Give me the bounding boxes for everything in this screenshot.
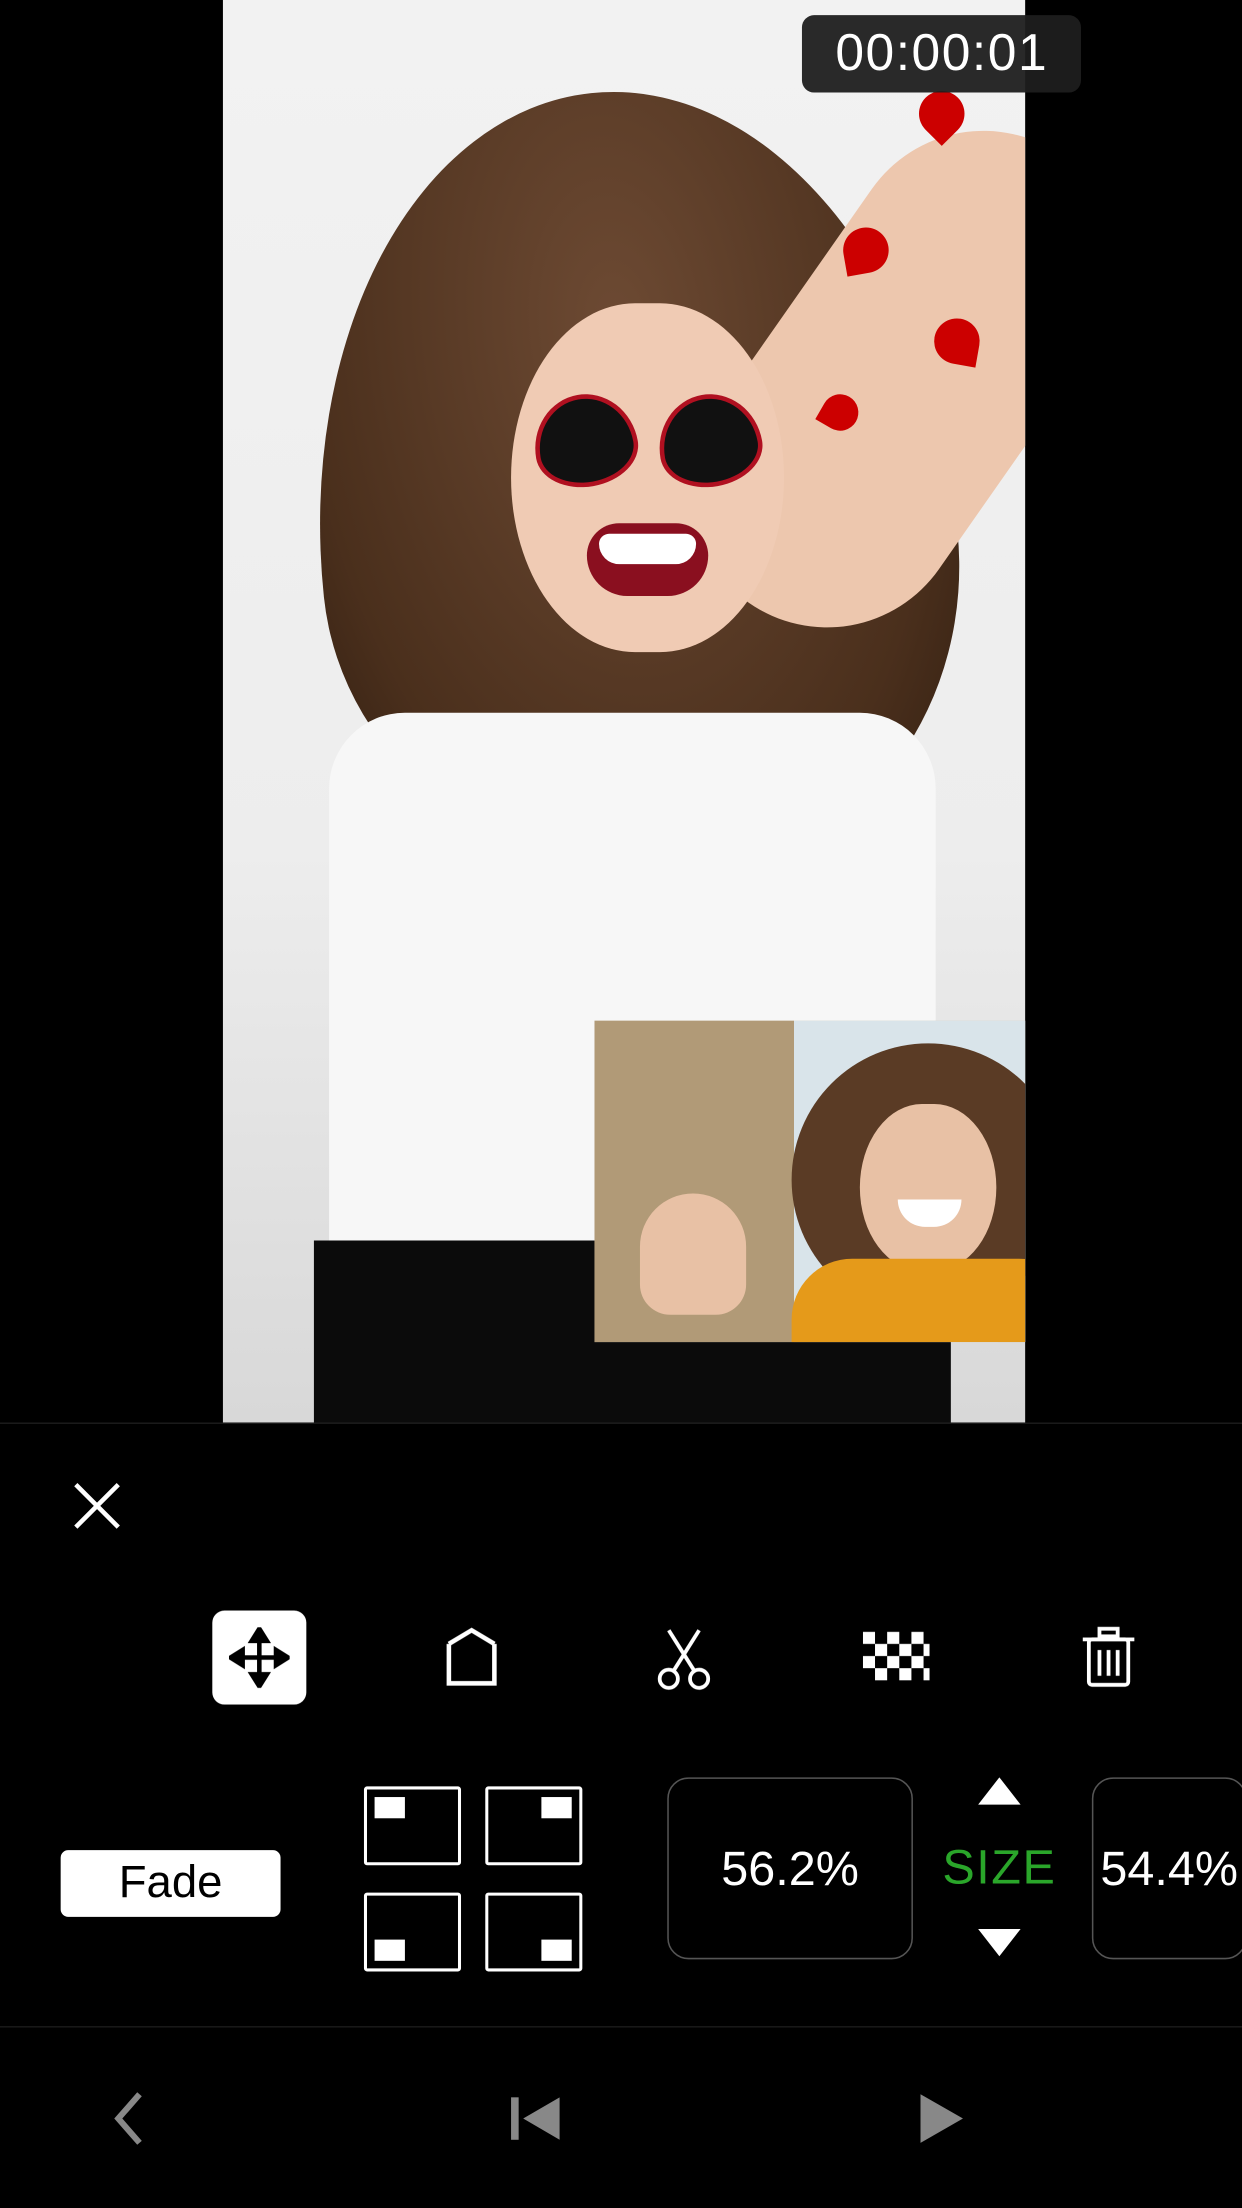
move-icon xyxy=(229,1627,290,1688)
play-button[interactable] xyxy=(896,2072,987,2163)
size-down-button[interactable] xyxy=(978,1929,1020,1956)
align-bottom-right[interactable] xyxy=(485,1893,582,1972)
tool-trim[interactable] xyxy=(637,1611,731,1705)
timecode-badge: 00:00:01 xyxy=(802,15,1082,92)
video-preview[interactable]: 00:00:01 xyxy=(0,0,1242,1422)
trash-icon xyxy=(1080,1624,1138,1691)
chevron-left-icon xyxy=(106,2084,148,2151)
size-stepper: SIZE xyxy=(931,1777,1067,1956)
checker-icon xyxy=(863,1632,930,1684)
skip-previous-button[interactable] xyxy=(489,2072,580,2163)
back-button[interactable] xyxy=(82,2072,173,2163)
cancel-button[interactable] xyxy=(52,1460,143,1551)
tool-row xyxy=(0,1574,1242,1741)
pip-overlay-clip[interactable] xyxy=(594,1021,1025,1342)
close-icon xyxy=(67,1476,128,1537)
controls-row: Fade 56.2% SIZE 54.4% xyxy=(0,1759,1242,2032)
edit-panel-header xyxy=(0,1422,1242,1575)
pip-align-grid xyxy=(364,1786,576,1965)
size-up-button[interactable] xyxy=(978,1777,1020,1804)
tool-mask[interactable] xyxy=(425,1611,519,1705)
play-icon xyxy=(914,2087,969,2148)
tool-delete[interactable] xyxy=(1062,1611,1156,1705)
align-top-right[interactable] xyxy=(485,1786,582,1865)
tool-chroma[interactable] xyxy=(849,1611,943,1705)
scissors-icon xyxy=(654,1624,715,1691)
align-bottom-left[interactable] xyxy=(364,1893,461,1972)
bottom-bar xyxy=(0,2026,1242,2208)
tool-move[interactable] xyxy=(212,1611,306,1705)
skip-previous-icon xyxy=(504,2090,565,2145)
primary-percent-box[interactable]: 56.2% xyxy=(667,1777,913,1959)
secondary-percent-box[interactable]: 54.4% xyxy=(1092,1777,1242,1959)
transition-chip[interactable]: Fade xyxy=(61,1850,281,1917)
align-top-left[interactable] xyxy=(364,1786,461,1865)
mask-icon xyxy=(440,1626,504,1690)
size-label: SIZE xyxy=(942,1839,1056,1895)
main-clip[interactable] xyxy=(223,0,1025,1422)
